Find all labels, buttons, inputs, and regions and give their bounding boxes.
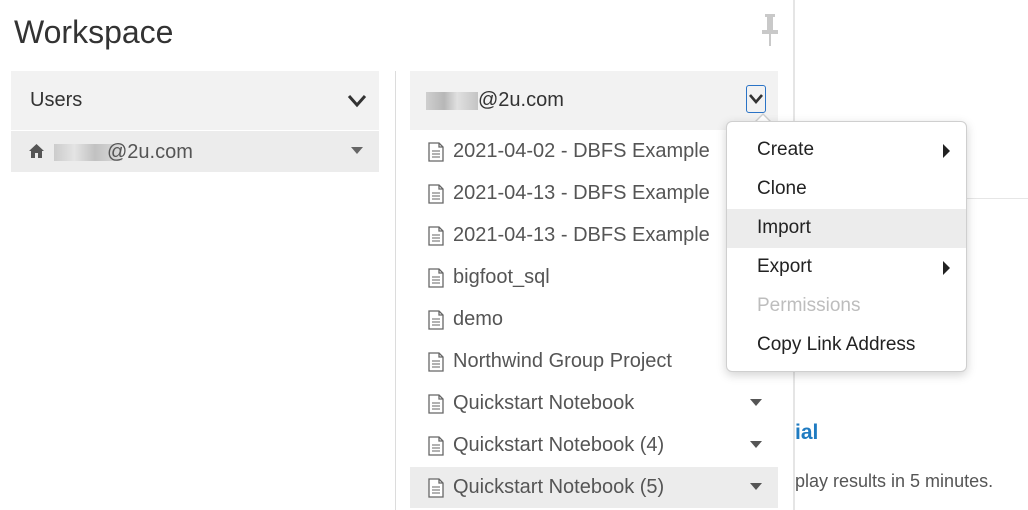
file-label: Quickstart Notebook	[453, 392, 635, 414]
file-row[interactable]: 2021-04-13 - DBFS Example	[410, 215, 726, 256]
notebook-icon	[428, 352, 444, 372]
notebook-icon	[428, 478, 444, 498]
caret-down-icon[interactable]	[750, 483, 762, 490]
file-row-selected[interactable]: Quickstart Notebook (5)	[410, 467, 778, 508]
file-row[interactable]: 2021-04-13 - DBFS Example	[410, 173, 726, 214]
context-menu: Create Clone Import Export Permissions C…	[726, 121, 967, 372]
menu-item-label: Export	[757, 256, 812, 277]
notebook-icon	[428, 184, 444, 204]
submenu-arrow-icon	[943, 144, 950, 158]
notebook-icon	[428, 226, 444, 246]
file-label: 2021-04-02 - DBFS Example	[453, 140, 710, 162]
menu-item-label: Copy Link Address	[757, 334, 916, 355]
notebook-icon	[428, 394, 444, 414]
menu-item-label: Import	[757, 217, 811, 238]
menu-item-label: Permissions	[757, 295, 861, 316]
menu-item-create[interactable]: Create	[727, 131, 966, 170]
notebook-icon	[428, 436, 444, 456]
menu-item-permissions: Permissions	[727, 287, 966, 326]
menu-item-export[interactable]: Export	[727, 248, 966, 287]
file-row[interactable]: 2021-04-02 - DBFS Example	[410, 131, 726, 172]
file-label: Northwind Group Project	[453, 350, 672, 372]
workspace-panel: Workspace Users @2u.com @2u.com 2021-04-…	[0, 0, 795, 510]
background-description-text: play results in 5 minutes.	[795, 471, 994, 491]
file-row[interactable]: bigfoot_sql	[410, 257, 726, 298]
pin-icon[interactable]	[760, 12, 780, 48]
notebook-icon	[428, 310, 444, 330]
caret-down-icon[interactable]	[750, 399, 762, 406]
file-label: 2021-04-13 - DBFS Example	[453, 224, 710, 246]
file-label: Quickstart Notebook (5)	[453, 476, 665, 498]
menu-item-clone[interactable]: Clone	[727, 170, 966, 209]
chevron-down-icon	[749, 94, 763, 104]
file-row[interactable]: demo	[410, 299, 726, 340]
folder-menu-button[interactable]	[746, 85, 766, 113]
file-row[interactable]: Quickstart Notebook (4)	[410, 425, 778, 466]
notebook-icon	[428, 142, 444, 162]
menu-item-import[interactable]: Import	[727, 209, 966, 248]
file-label: demo	[453, 308, 504, 330]
background-tutorial-link[interactable]: ial	[795, 421, 818, 445]
menu-item-label: Clone	[757, 178, 807, 199]
submenu-arrow-icon	[943, 261, 950, 275]
file-row[interactable]: Northwind Group Project	[410, 341, 726, 382]
notebook-icon	[428, 268, 444, 288]
menu-item-copy-link-address[interactable]: Copy Link Address	[727, 326, 966, 365]
file-label: bigfoot_sql	[453, 266, 550, 288]
file-row[interactable]: Quickstart Notebook	[410, 383, 778, 424]
menu-item-label: Create	[757, 139, 815, 160]
file-label: Quickstart Notebook (4)	[453, 434, 665, 456]
caret-down-icon[interactable]	[750, 441, 762, 448]
file-label: 2021-04-13 - DBFS Example	[453, 182, 710, 204]
